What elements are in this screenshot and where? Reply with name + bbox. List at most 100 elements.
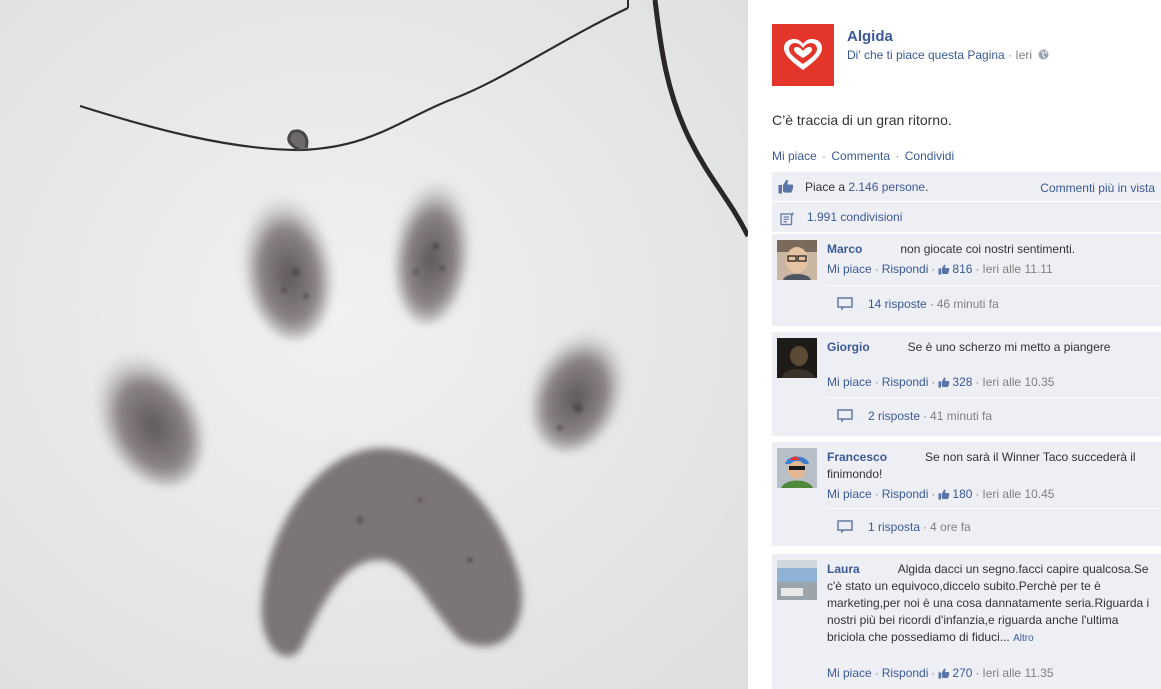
see-more-link[interactable]: Altro bbox=[1013, 633, 1034, 644]
separator: · bbox=[822, 149, 827, 163]
comment-item: Marco non giocate coi nostri sentimenti. … bbox=[772, 234, 1161, 326]
comment-like-count[interactable]: 180 bbox=[952, 487, 972, 501]
comment-order-dropdown[interactable]: Commenti più in vista bbox=[1040, 181, 1155, 195]
replies-summary: 14 risposte · 46 minuti fa bbox=[868, 297, 999, 311]
view-replies-link[interactable]: 1 risposta bbox=[868, 520, 920, 534]
separator: · bbox=[975, 666, 980, 680]
separator: · bbox=[929, 297, 934, 311]
comment-author-link[interactable]: Francesco bbox=[827, 450, 887, 464]
thumbs-up-icon bbox=[938, 377, 950, 388]
divider bbox=[772, 550, 1161, 551]
thumbs-up-icon bbox=[938, 264, 950, 275]
thumbs-up-icon bbox=[938, 489, 950, 500]
page-name-link[interactable]: Algida bbox=[847, 28, 893, 45]
comment-timestamp[interactable]: Ieri alle 11.35 bbox=[982, 666, 1053, 680]
comment-reply-link[interactable]: Rispondi bbox=[882, 262, 929, 276]
separator: · bbox=[874, 375, 879, 389]
speech-bubble-icon bbox=[837, 409, 853, 423]
comment-body: Francesco Se non sarà il Winner Taco succ… bbox=[827, 449, 1155, 483]
separator: · bbox=[874, 666, 879, 680]
comment-reply-link[interactable]: Rispondi bbox=[882, 487, 929, 501]
comment-text: Se è uno scherzo mi metto a piangere bbox=[907, 340, 1111, 354]
comment-body: Marco non giocate coi nostri sentimenti. bbox=[827, 241, 1155, 258]
divider bbox=[772, 438, 1161, 439]
reply-timestamp: 4 ore fa bbox=[930, 520, 971, 534]
separator: · bbox=[923, 520, 928, 534]
comment-like-count[interactable]: 816 bbox=[952, 262, 972, 276]
separator: · bbox=[931, 375, 936, 389]
separator: · bbox=[1008, 48, 1013, 62]
comment-timestamp[interactable]: Ieri alle 10.35 bbox=[982, 375, 1054, 389]
shares-summary-row: 1.991 condivisioni bbox=[772, 202, 1161, 233]
comment-action-link[interactable]: Commenta bbox=[831, 149, 890, 163]
separator: · bbox=[931, 666, 936, 680]
comment-like-count[interactable]: 328 bbox=[952, 375, 972, 389]
separator: · bbox=[895, 149, 900, 163]
replies-row[interactable]: 14 risposte · 46 minuti fa bbox=[827, 285, 1161, 321]
comment-author-link[interactable]: Giorgio bbox=[827, 340, 870, 354]
page-like-link[interactable]: Di' che ti piace questa Pagina bbox=[847, 48, 1005, 62]
avatar[interactable] bbox=[777, 240, 817, 280]
paw-print-in-snow-image bbox=[0, 0, 748, 689]
comment-meta: Mi piace · Rispondi · 328 · Ieri alle 10.35 bbox=[827, 375, 1054, 389]
avatar[interactable] bbox=[777, 560, 817, 600]
speech-bubble-icon bbox=[837, 297, 853, 311]
comment-reply-link[interactable]: Rispondi bbox=[882, 666, 929, 680]
replies-row[interactable]: 1 risposta · 4 ore fa bbox=[827, 508, 1161, 544]
separator: · bbox=[975, 487, 980, 501]
comment-like-link[interactable]: Mi piace bbox=[827, 262, 872, 276]
share-icon bbox=[780, 212, 794, 226]
page-subline: Di' che ti piace questa Pagina · Ieri bbox=[847, 48, 1049, 62]
replies-summary: 2 risposte · 41 minuti fa bbox=[868, 409, 992, 423]
comment-meta: Mi piace · Rispondi · 816 · Ieri alle 11.11 bbox=[827, 262, 1053, 276]
comment-meta: Mi piace · Rispondi · 180 · Ieri alle 10.45 bbox=[827, 487, 1054, 501]
thumbs-up-icon bbox=[938, 668, 950, 679]
comment-text: non giocate coi nostri sentimenti. bbox=[900, 242, 1076, 256]
likers-link[interactable]: 2.146 persone bbox=[848, 180, 925, 194]
page-avatar[interactable] bbox=[772, 24, 834, 86]
user-photo bbox=[777, 240, 817, 280]
comment-body: Giorgio Se è uno scherzo mi metto a piang… bbox=[827, 339, 1155, 356]
separator: · bbox=[923, 409, 928, 423]
share-action-link[interactable]: Condividi bbox=[905, 149, 954, 163]
comment-item: Francesco Se non sarà il Winner Taco succ… bbox=[772, 442, 1161, 546]
comment-meta: Mi piace · Rispondi · 270 · Ieri alle 11.35 bbox=[827, 666, 1054, 680]
comment-like-count[interactable]: 270 bbox=[952, 666, 972, 680]
globe-icon[interactable] bbox=[1038, 49, 1049, 60]
comment-timestamp[interactable]: Ieri alle 10.45 bbox=[982, 487, 1054, 501]
comment-like-link[interactable]: Mi piace bbox=[827, 375, 872, 389]
comment-like-link[interactable]: Mi piace bbox=[827, 666, 872, 680]
reply-timestamp: 46 minuti fa bbox=[936, 297, 999, 311]
avatar[interactable] bbox=[777, 338, 817, 378]
avatar[interactable] bbox=[777, 448, 817, 488]
speech-bubble-icon bbox=[837, 520, 853, 534]
comment-item: Giorgio Se è uno scherzo mi metto a piang… bbox=[772, 332, 1161, 436]
comment-timestamp[interactable]: Ieri alle 11.11 bbox=[982, 262, 1052, 276]
like-action-link[interactable]: Mi piace bbox=[772, 149, 817, 163]
separator: · bbox=[874, 487, 879, 501]
separator: · bbox=[931, 487, 936, 501]
likes-summary-text: Piace a 2.146 persone. bbox=[805, 180, 928, 194]
algida-heart-logo-icon bbox=[784, 39, 822, 70]
comment-reply-link[interactable]: Rispondi bbox=[882, 375, 929, 389]
shares-link[interactable]: 1.991 condivisioni bbox=[807, 210, 902, 224]
separator: · bbox=[975, 262, 980, 276]
separator: · bbox=[931, 262, 936, 276]
comment-text: Algida dacci un segno.facci capire qualc… bbox=[827, 562, 1150, 644]
comment-like-link[interactable]: Mi piace bbox=[827, 487, 872, 501]
view-replies-link[interactable]: 2 risposte bbox=[868, 409, 920, 423]
replies-summary: 1 risposta · 4 ore fa bbox=[868, 520, 971, 534]
post-photo[interactable] bbox=[0, 0, 748, 689]
comment-author-link[interactable]: Laura bbox=[827, 562, 860, 576]
user-photo bbox=[777, 448, 817, 488]
separator: · bbox=[874, 262, 879, 276]
replies-row[interactable]: 2 risposte · 41 minuti fa bbox=[827, 397, 1161, 433]
user-photo bbox=[777, 338, 817, 378]
likes-prefix: Piace a bbox=[805, 180, 846, 194]
post-panel: Algida Di' che ti piace questa Pagina · … bbox=[748, 0, 1161, 689]
comment-author-link[interactable]: Marco bbox=[827, 242, 862, 256]
post-timestamp[interactable]: Ieri bbox=[1015, 48, 1032, 62]
view-replies-link[interactable]: 14 risposte bbox=[868, 297, 927, 311]
post-message: C’è traccia di un gran ritorno. bbox=[772, 112, 952, 128]
thumbs-up-icon bbox=[778, 179, 794, 194]
